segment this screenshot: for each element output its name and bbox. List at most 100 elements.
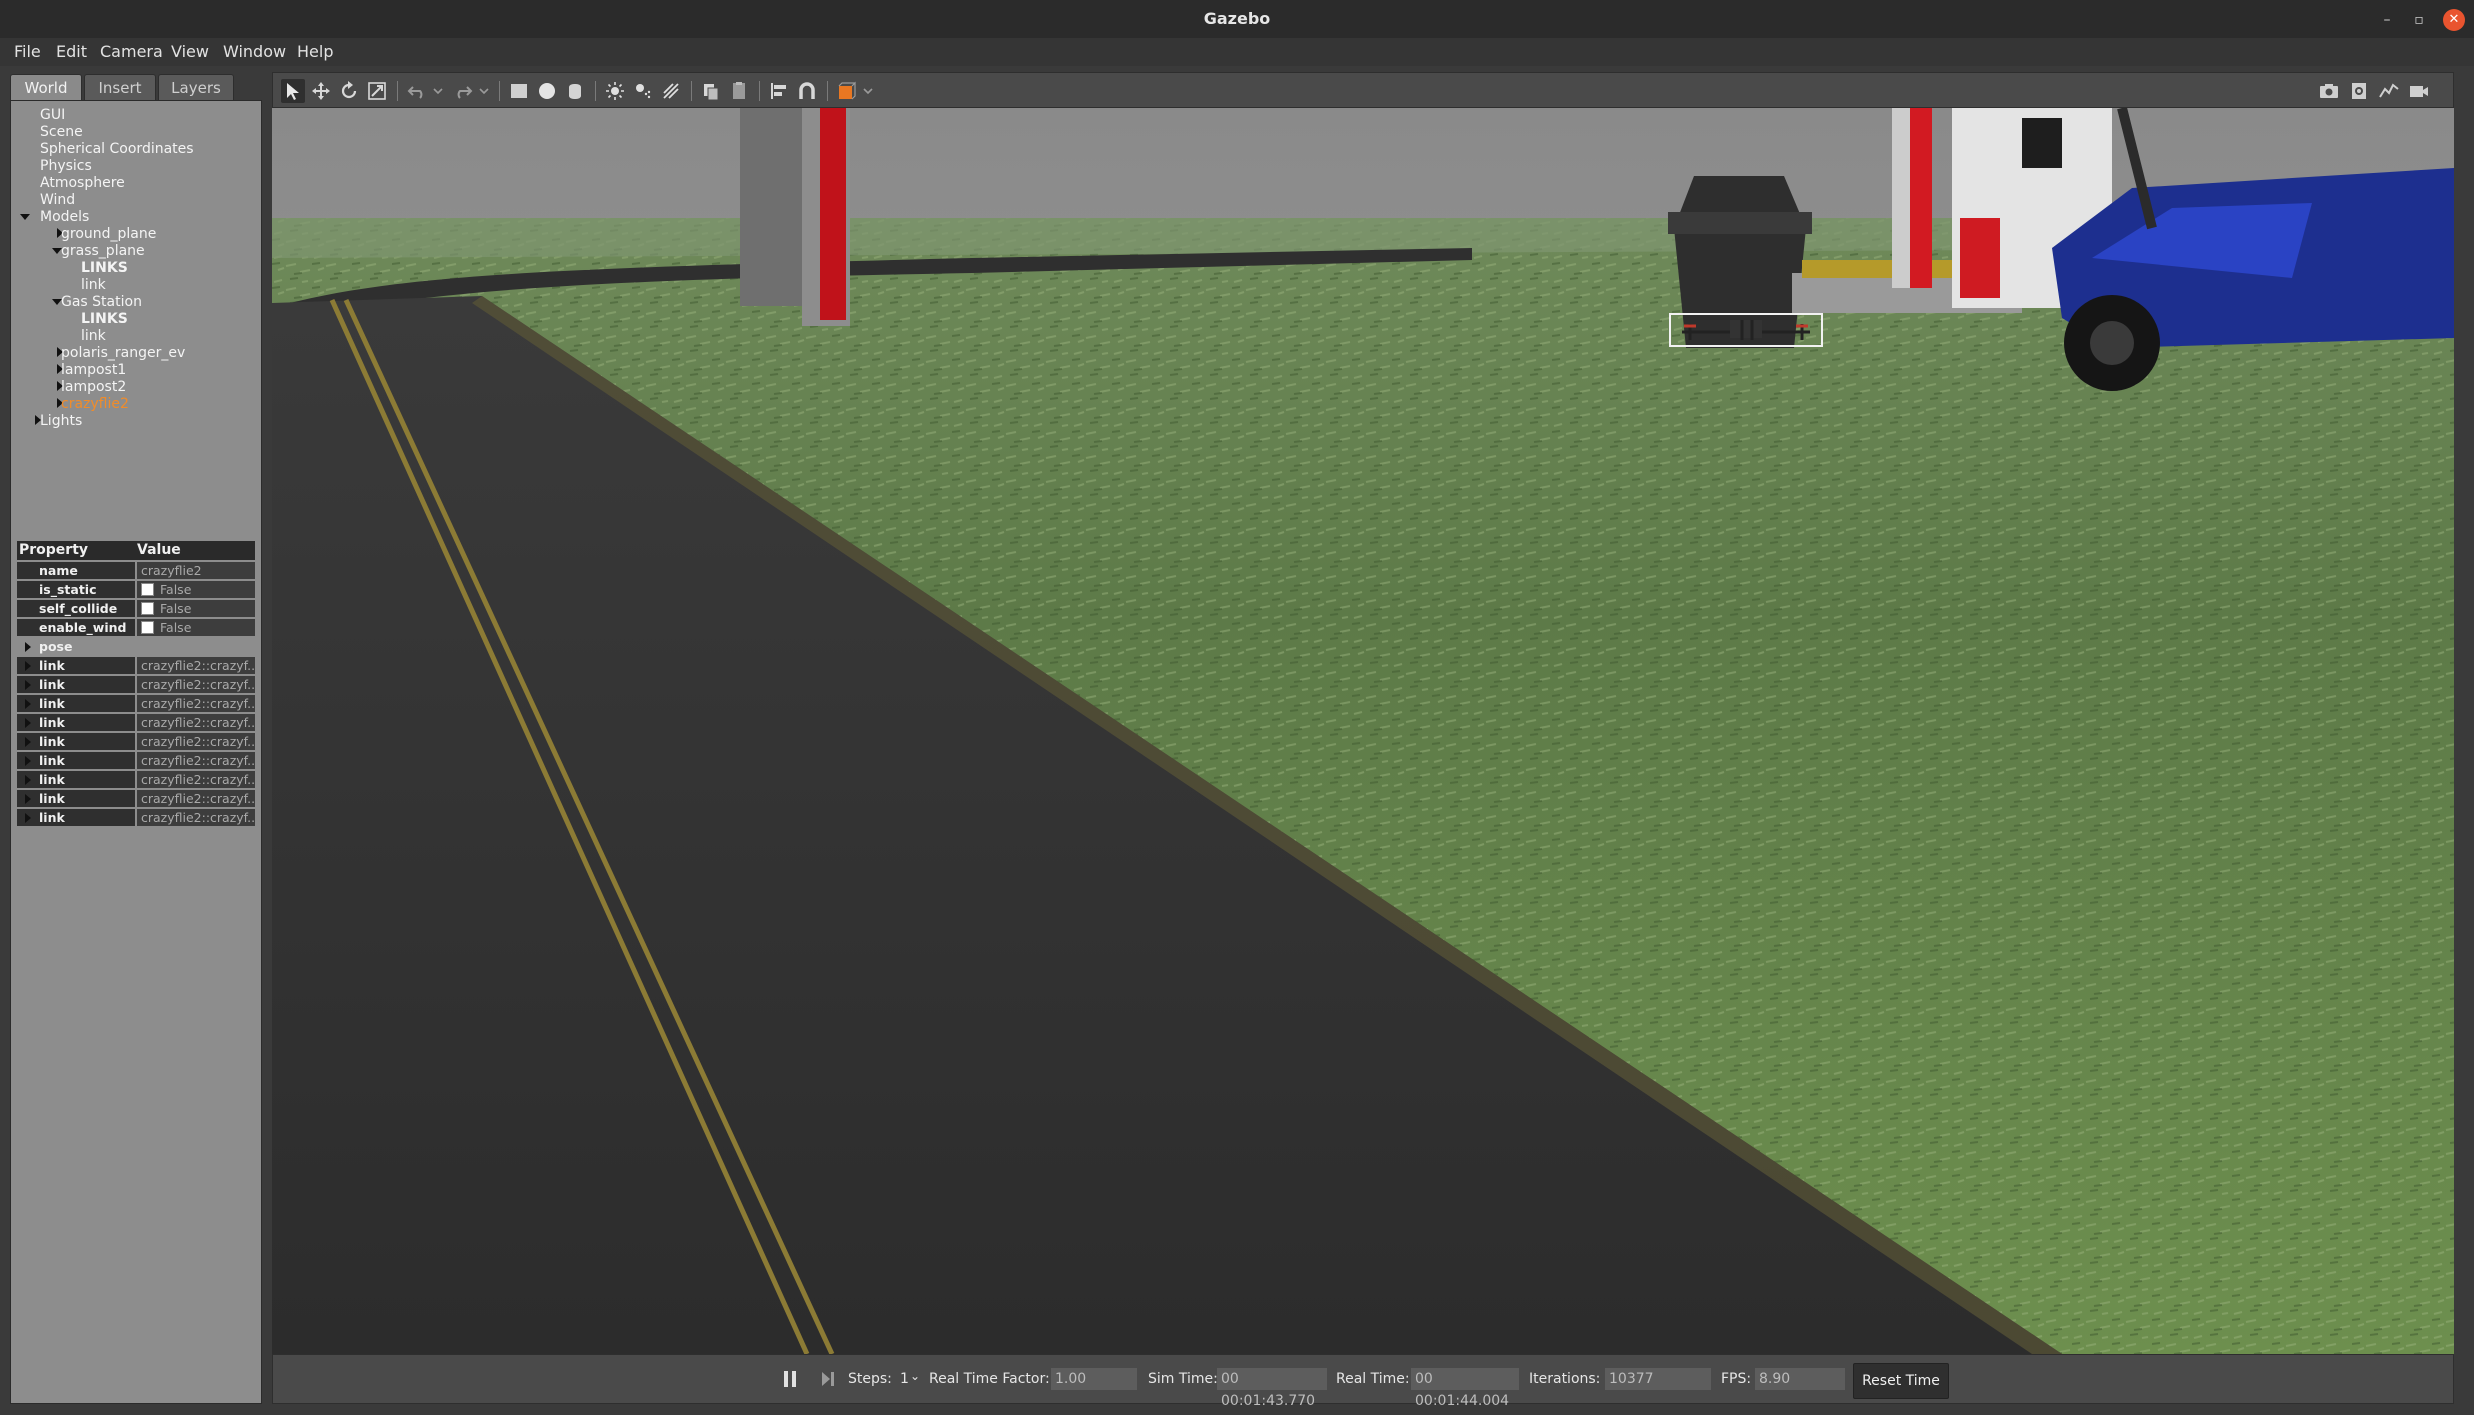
tree-item-link[interactable]: link: [81, 277, 106, 293]
property-value[interactable]: crazyflie2::crazyf...: [137, 790, 255, 807]
menu-help[interactable]: Help: [297, 42, 333, 61]
spot-light-tool[interactable]: [631, 79, 655, 103]
menu-view[interactable]: View: [171, 42, 209, 61]
property-row-link[interactable]: link crazyflie2::crazyf...: [17, 809, 255, 826]
property-row-pose[interactable]: pose: [17, 638, 255, 655]
step-button[interactable]: [819, 1369, 837, 1389]
close-button[interactable]: ✕: [2443, 9, 2465, 31]
property-row-link[interactable]: link crazyflie2::crazyf...: [17, 790, 255, 807]
tab-layers[interactable]: Layers: [158, 74, 234, 101]
steps-spin-icon[interactable]: ⌄: [910, 1369, 920, 1383]
property-row-link[interactable]: link crazyflie2::crazyf...: [17, 714, 255, 731]
expand-link-icon[interactable]: [25, 794, 31, 804]
tree-item-link[interactable]: link: [81, 328, 106, 344]
tree-item-lampost2[interactable]: lampost2: [61, 379, 126, 395]
expand-link-icon[interactable]: [25, 718, 31, 728]
translate-tool[interactable]: [309, 79, 333, 103]
tree-item-polaris-ranger-ev[interactable]: polaris_ranger_ev: [61, 345, 185, 361]
reset-time-button[interactable]: Reset Time: [1853, 1363, 1949, 1399]
tree-item-gas-station[interactable]: Gas Station: [61, 294, 142, 310]
undo-button[interactable]: [405, 79, 429, 103]
record-video-button[interactable]: [2407, 79, 2431, 103]
property-value[interactable]: crazyflie2: [137, 562, 255, 579]
directional-light-tool[interactable]: [659, 79, 683, 103]
tree-item-grass-plane[interactable]: grass_plane: [61, 243, 145, 259]
is-static-checkbox[interactable]: [141, 583, 154, 596]
property-value[interactable]: crazyflie2::crazyf...: [137, 809, 255, 826]
expand-link-icon[interactable]: [25, 680, 31, 690]
menu-window[interactable]: Window: [223, 42, 286, 61]
tree-item-crazyflie2[interactable]: crazyflie2: [61, 396, 129, 412]
property-row-link[interactable]: link crazyflie2::crazyf...: [17, 676, 255, 693]
undo-history-dropdown[interactable]: [431, 79, 445, 103]
property-row-link[interactable]: link crazyflie2::crazyf...: [17, 752, 255, 769]
menu-camera[interactable]: Camera: [100, 42, 163, 61]
snap-tool[interactable]: [795, 79, 819, 103]
tab-world[interactable]: World: [10, 74, 82, 101]
redo-button[interactable]: [451, 79, 475, 103]
tree-item-spherical-coordinates[interactable]: Spherical Coordinates: [40, 141, 194, 157]
box-shape-tool[interactable]: [507, 79, 531, 103]
expand-link-icon[interactable]: [25, 737, 31, 747]
scale-tool[interactable]: [365, 79, 389, 103]
property-value-cell[interactable]: False: [137, 600, 255, 617]
tree-item-lights[interactable]: Lights: [40, 413, 82, 429]
tree-item-ground-plane[interactable]: ground_plane: [61, 226, 156, 242]
log-data-button[interactable]: [2347, 79, 2371, 103]
copy-button[interactable]: [699, 79, 723, 103]
scene-viewport[interactable]: [272, 108, 2454, 1354]
property-value[interactable]: crazyflie2::crazyf...: [137, 657, 255, 674]
menu-edit[interactable]: Edit: [56, 42, 87, 61]
select-mode-tool[interactable]: [281, 79, 305, 103]
enable-wind-checkbox[interactable]: [141, 621, 154, 634]
expand-link-icon[interactable]: [25, 661, 31, 671]
tree-item-lampost1[interactable]: lampost1: [61, 362, 126, 378]
redo-history-dropdown[interactable]: [477, 79, 491, 103]
align-tool[interactable]: [767, 79, 791, 103]
property-row-self-collide[interactable]: self_collide False: [17, 600, 255, 617]
sphere-shape-tool[interactable]: [535, 79, 559, 103]
tree-item-scene[interactable]: Scene: [40, 124, 83, 140]
change-view-angle-tool[interactable]: [835, 79, 859, 103]
plot-button[interactable]: [2377, 79, 2401, 103]
property-value[interactable]: crazyflie2::crazyf...: [137, 695, 255, 712]
property-value[interactable]: crazyflie2::crazyf...: [137, 771, 255, 788]
self-collide-checkbox[interactable]: [141, 602, 154, 615]
property-row-link[interactable]: link crazyflie2::crazyf...: [17, 657, 255, 674]
paste-button[interactable]: [727, 79, 751, 103]
tree-item-physics[interactable]: Physics: [40, 158, 92, 174]
property-row-is-static[interactable]: is_static False: [17, 581, 255, 598]
property-value-cell[interactable]: False: [137, 619, 255, 636]
rotate-tool[interactable]: [337, 79, 361, 103]
expand-link-icon[interactable]: [25, 813, 31, 823]
steps-value[interactable]: 1: [900, 1371, 909, 1387]
point-light-tool[interactable]: [603, 79, 627, 103]
property-row-enable-wind[interactable]: enable_wind False: [17, 619, 255, 636]
tree-item-atmosphere[interactable]: Atmosphere: [40, 175, 125, 191]
menu-file[interactable]: File: [14, 42, 41, 61]
minimize-button[interactable]: –: [2376, 9, 2398, 31]
expand-link-icon[interactable]: [25, 756, 31, 766]
property-row-link[interactable]: link crazyflie2::crazyf...: [17, 695, 255, 712]
tree-item-models[interactable]: Models: [40, 209, 89, 225]
expand-models-icon[interactable]: [20, 214, 30, 220]
screenshot-button[interactable]: [2317, 79, 2341, 103]
expand-link-icon[interactable]: [25, 699, 31, 709]
property-value-cell[interactable]: False: [137, 581, 255, 598]
pause-button[interactable]: [781, 1369, 799, 1389]
property-row-link[interactable]: link crazyflie2::crazyf...: [17, 733, 255, 750]
property-value[interactable]: crazyflie2::crazyf...: [137, 752, 255, 769]
property-value[interactable]: crazyflie2::crazyf...: [137, 714, 255, 731]
property-row-link[interactable]: link crazyflie2::crazyf...: [17, 771, 255, 788]
maximize-button[interactable]: ▫: [2408, 9, 2430, 31]
tree-item-gui[interactable]: GUI: [40, 107, 65, 123]
property-row-name[interactable]: name crazyflie2: [17, 562, 255, 579]
expand-pose-icon[interactable]: [25, 642, 31, 652]
tab-insert[interactable]: Insert: [84, 74, 156, 101]
property-value[interactable]: crazyflie2::crazyf...: [137, 676, 255, 693]
cylinder-shape-tool[interactable]: [563, 79, 587, 103]
expand-link-icon[interactable]: [25, 775, 31, 785]
view-angle-dropdown[interactable]: [861, 79, 875, 103]
tree-item-wind[interactable]: Wind: [40, 192, 75, 208]
property-value[interactable]: crazyflie2::crazyf...: [137, 733, 255, 750]
